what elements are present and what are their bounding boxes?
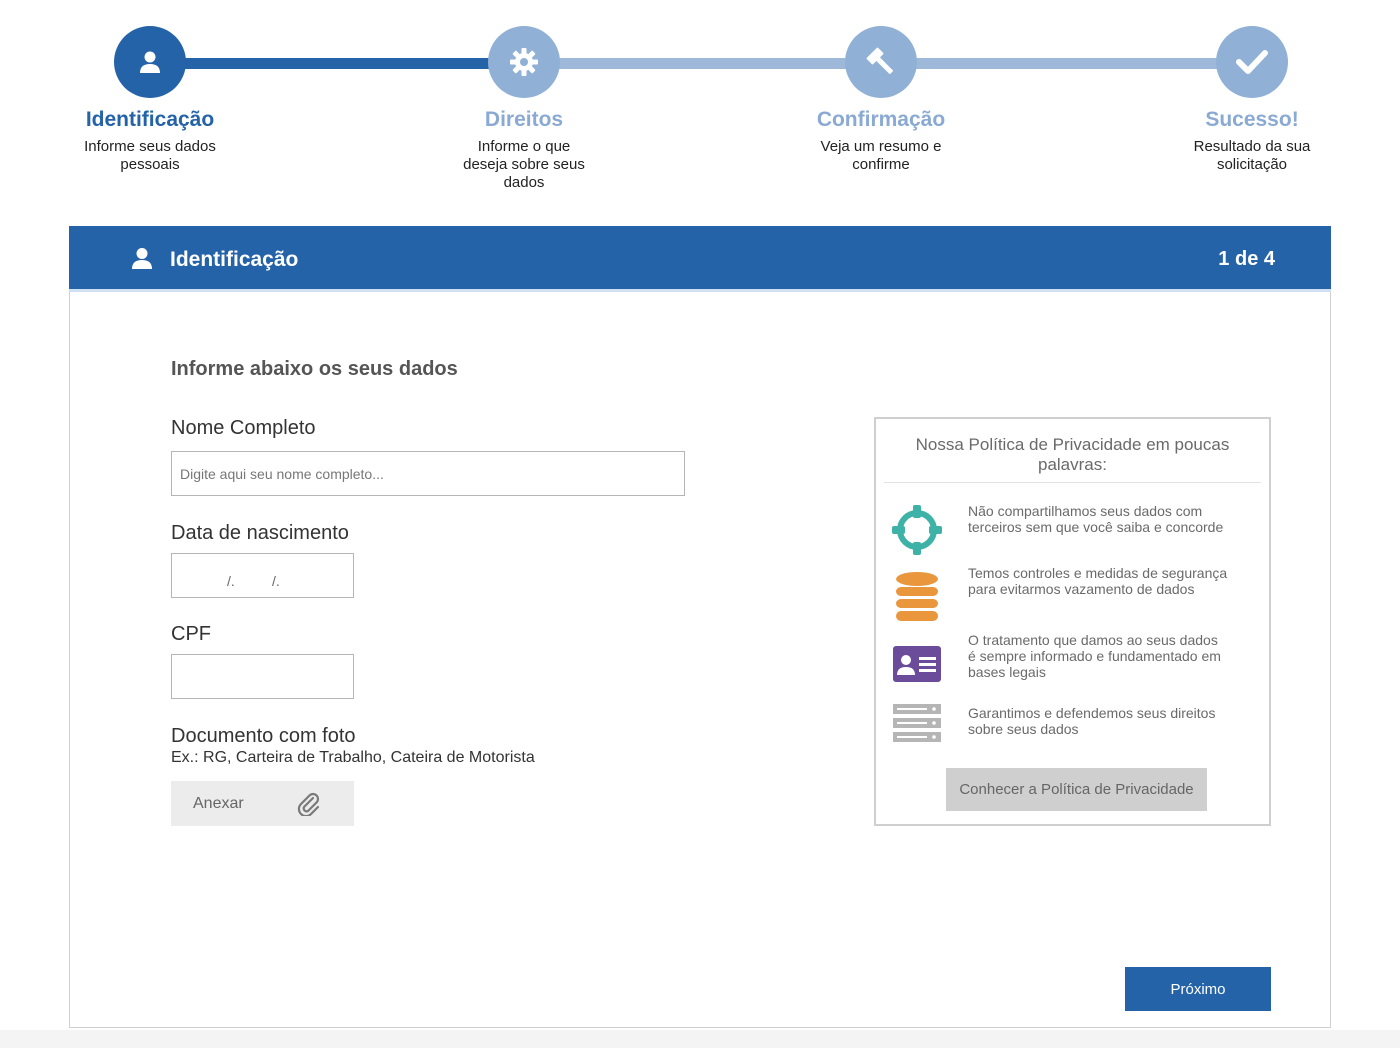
step-counter: 1 de 4 [1218,248,1275,270]
birthdate-label: Data de nascimento [171,522,349,544]
step-identificacao[interactable]: Identificação Informe seus dados pessoai… [40,26,260,174]
privacy-policy-button[interactable]: Conhecer a Política de Privacidade [946,768,1207,811]
birthdate-input[interactable] [171,553,354,598]
form-heading: Informe abaixo os seus dados [171,358,458,380]
step-description-line: pessoais [120,156,180,173]
name-label: Nome Completo [171,417,316,439]
crosshair-icon [892,505,942,555]
gear-icon [510,48,538,76]
privacy-item-line: Não compartilhamos seus dados com [968,503,1203,519]
step-description-line: dados [503,174,545,191]
step-description: Veja um resumo e confirme [771,138,991,174]
paperclip-icon [297,792,320,816]
step-description-line: Veja um resumo e [820,138,942,155]
cpf-input[interactable] [171,654,354,699]
form-panel: Informe abaixo os seus dados Nome Comple… [69,292,1331,950]
privacy-title: Nossa Política de Privacidade em poucas … [915,435,1230,474]
check-icon [1236,50,1268,74]
page: Identificação Informe seus dados pessoai… [0,0,1400,1048]
step-direitos[interactable]: Direitos Informe o que deseja sobre seus… [414,26,634,192]
privacy-item-line: sobre seus dados [968,721,1079,737]
step-title: Confirmação [816,108,946,131]
section-header: Identificação 1 de 4 [69,226,1331,292]
full-name-input[interactable] [171,451,685,496]
step-description: Informe seus dados pessoais [40,138,260,174]
privacy-item-line: Temos controles e medidas de segurança [968,565,1228,581]
step-circle [488,26,560,98]
step-title: Direitos [484,108,564,131]
step-description-line: Resultado da sua [1193,138,1311,155]
date-separator: /. [227,573,235,589]
step-sucesso[interactable]: Sucesso! Resultado da sua solicitação [1142,26,1362,174]
privacy-item-line: Garantimos e defendemos seus direitos [968,705,1216,721]
privacy-item-line: O tratamento que damos ao seus dados [968,632,1218,648]
privacy-item-line: terceiros sem que você saiba e concorde [968,519,1224,535]
privacy-item-text: O tratamento que damos ao seus dados é s… [968,632,1258,680]
cpf-label: CPF [171,623,211,645]
document-label: Documento com foto [171,725,356,747]
divider [884,482,1261,483]
attach-label: Anexar [193,794,244,812]
document-hint: Ex.: RG, Carteira de Trabalho, Cateira d… [171,749,535,766]
step-description-line: Informe seus dados [84,138,216,155]
attach-button[interactable]: Anexar [171,781,354,826]
user-icon [140,51,160,73]
id-card-icon [893,646,941,682]
privacy-item-line: bases legais [968,664,1046,680]
step-description-line: Informe o que [477,138,571,155]
step-circle [1216,26,1288,98]
next-button[interactable]: Próximo [1125,967,1271,1011]
step-circle [114,26,186,98]
privacy-item-text: Não compartilhamos seus dados com tercei… [968,503,1258,535]
user-icon [132,248,152,269]
server-icon [893,704,941,742]
step-confirmacao[interactable]: Confirmação Veja um resumo e confirme [771,26,991,174]
step-description-line: confirme [852,156,910,173]
privacy-item-text: Garantimos e defendemos seus direitos so… [968,705,1258,737]
gavel-icon [866,47,893,74]
step-title: Identificação [85,108,215,131]
step-circle [845,26,917,98]
privacy-item-line: é sempre informado e fundamentado em [968,648,1221,664]
step-description-line: solicitação [1216,156,1288,173]
progress-stepper: Identificação Informe seus dados pessoai… [0,0,1400,200]
page-background-strip [0,1030,1400,1048]
privacy-item-text: Temos controles e medidas de segurança p… [968,565,1258,597]
privacy-item-line: para evitarmos vazamento de dados [968,581,1195,597]
privacy-summary-box: Nossa Política de Privacidade em poucas … [874,417,1271,826]
section-title: Identificação [170,248,299,271]
step-description: Informe o que deseja sobre seus dados [414,138,634,192]
step-title: Sucesso! [1205,108,1299,131]
step-description-line: deseja sobre seus [463,156,585,173]
date-separator: /. [272,573,280,589]
database-icon [896,572,938,621]
step-description: Resultado da sua solicitação [1142,138,1362,174]
